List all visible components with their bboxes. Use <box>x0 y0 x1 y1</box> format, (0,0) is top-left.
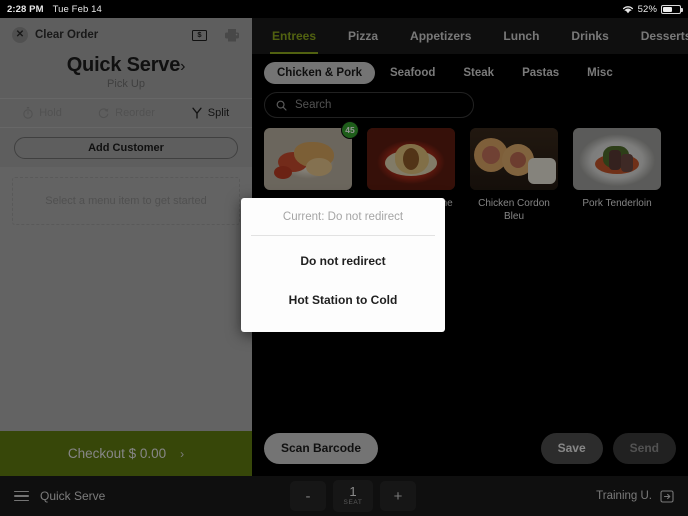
pos-app-screen: 2:28 PM Tue Feb 14 52% ✕ Clear Order $ <box>0 0 688 516</box>
battery-percent: 52% <box>638 4 657 15</box>
status-time: 2:28 PM <box>7 4 44 15</box>
popover-option-do-not-redirect[interactable]: Do not redirect <box>241 246 445 275</box>
status-date: Tue Feb 14 <box>53 4 102 15</box>
popover-option-hot-station-to-cold[interactable]: Hot Station to Cold <box>241 285 445 314</box>
popover-divider <box>251 235 435 236</box>
popover-current-label: Current: Do not redirect <box>241 198 445 235</box>
battery-icon <box>661 5 681 14</box>
status-indicators: 52% <box>622 4 681 15</box>
status-bar: 2:28 PM Tue Feb 14 52% <box>0 0 688 18</box>
redirect-popover: Current: Do not redirect Do not redirect… <box>241 198 445 332</box>
wifi-icon <box>622 5 634 14</box>
popover-bottom-pad <box>241 314 445 332</box>
